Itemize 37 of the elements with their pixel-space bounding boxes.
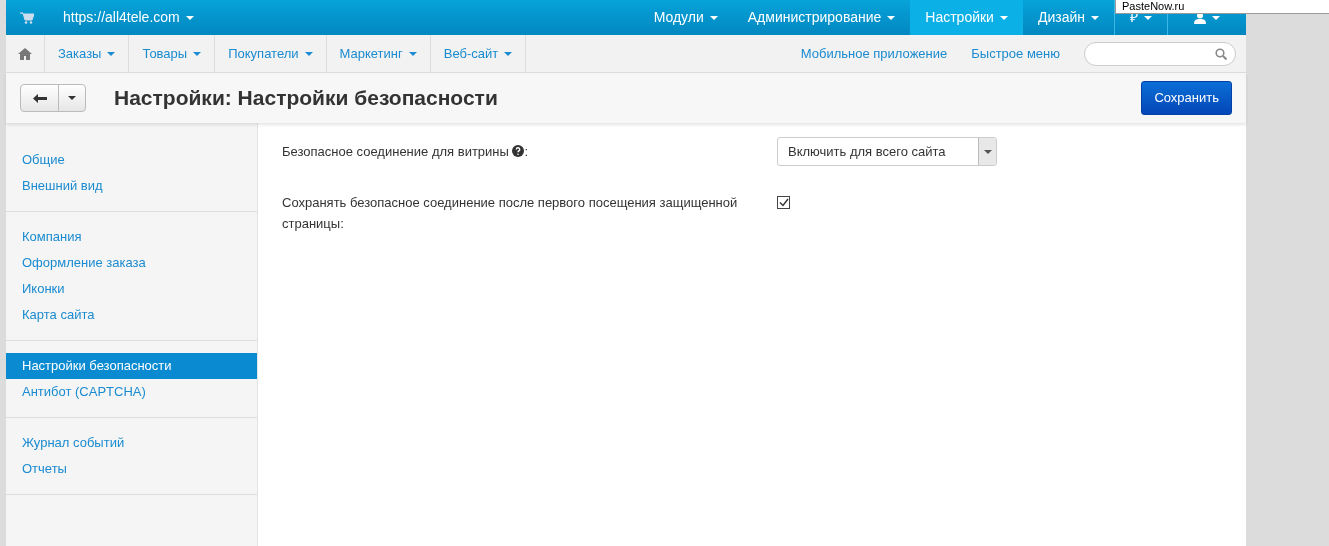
sidebar-item[interactable]: Журнал событий [6,430,257,456]
nav-menu[interactable]: Товары [129,35,216,72]
tooltip: PasteNow.ru [1115,0,1329,14]
help-icon[interactable] [512,145,525,157]
sidebar-item[interactable]: Карта сайта [6,302,257,328]
nav-link[interactable]: Быстрое меню [971,43,1060,64]
sidebar-item[interactable]: Иконки [6,276,257,302]
nav-menu[interactable]: Настройки [910,0,1023,35]
sidebar-item[interactable]: Антибот (CAPTCHA) [6,379,257,405]
sidebar-item[interactable]: Внешний вид [6,173,257,199]
search-field[interactable] [1084,41,1236,66]
sidebar-item[interactable]: Настройки безопасности [6,353,257,379]
sidebar-item[interactable]: Общие [6,147,257,173]
select-field[interactable]: Включить для всего сайта [777,137,997,166]
sidebar-item[interactable]: Компания [6,224,257,250]
sidebar-item[interactable]: Оформление заказа [6,250,257,276]
nav-menu[interactable]: Веб-сайт [430,35,527,72]
home-icon[interactable] [18,47,32,60]
field-label: Безопасное соединение для витрины [282,144,509,159]
nav-menu[interactable]: Заказы [45,35,130,72]
colon-text: : [524,144,529,159]
site-menu[interactable]: https://all4tele.com [48,0,209,35]
nav-menu[interactable]: Модули [638,0,733,35]
search-icon [1215,47,1227,60]
nav-link[interactable]: Мобильное приложение [800,43,948,64]
save-button[interactable]: Сохранить [1141,81,1232,115]
nav-menu[interactable]: Маркетинг [326,35,431,72]
field-label: Сохранять безопасное соединение после первого посещения защищенной страницы: [282,195,738,231]
back-arrow-icon[interactable] [32,93,47,103]
nav-menu[interactable]: Дизайн [1022,0,1114,35]
cart-icon[interactable] [20,11,34,24]
nav-menu[interactable]: Администрирование [732,0,911,35]
sidebar-item[interactable]: Отчеты [6,456,257,482]
nav-menu[interactable]: Покупатели [215,35,327,72]
checkbox[interactable] [777,196,790,209]
user-icon[interactable] [1194,11,1206,24]
page-title: Настройки: Настройки безопасности [114,85,498,111]
